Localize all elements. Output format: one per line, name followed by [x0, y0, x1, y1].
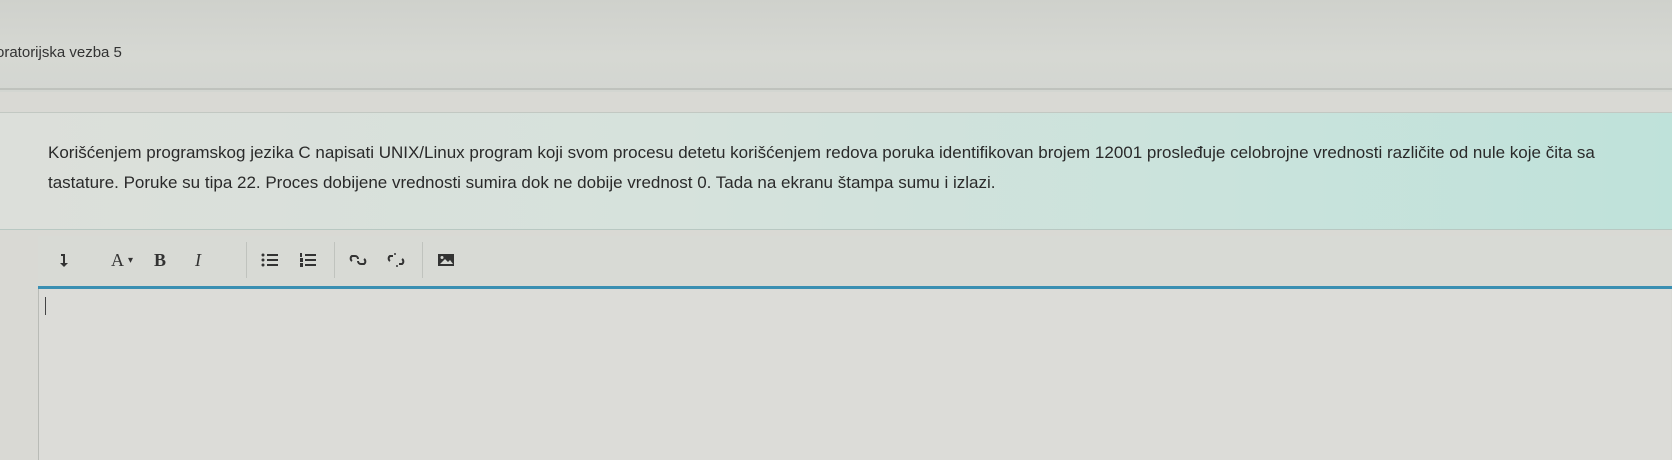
answer-textarea[interactable]: [38, 289, 1671, 460]
unlink-button[interactable]: [380, 244, 412, 276]
ordered-list-button[interactable]: [292, 244, 324, 276]
page-header: oratorijska vezba 5: [0, 0, 1672, 92]
text-cursor: [45, 297, 46, 315]
font-style-button[interactable]: A ▾: [106, 244, 138, 276]
page-title: oratorijska vezba 5: [0, 44, 122, 61]
unordered-list-button[interactable]: [254, 244, 286, 276]
toolbar-group-text: A ▾ B I: [48, 242, 247, 278]
image-icon: [438, 254, 454, 266]
insert-link-button[interactable]: [342, 244, 374, 276]
unordered-list-icon: [261, 253, 278, 267]
link-icon: [349, 255, 367, 265]
unlink-icon: [387, 253, 405, 267]
insert-image-button[interactable]: [430, 244, 462, 276]
ordered-list-icon: [300, 253, 316, 267]
answer-editor: A ▾ B I: [38, 236, 1672, 460]
toolbar-group-links: [342, 242, 423, 278]
header-divider: [0, 88, 1672, 90]
chevron-down-icon: ▾: [127, 254, 134, 266]
toolbar-group-lists: [254, 242, 335, 278]
font-style-label: A: [110, 249, 124, 270]
toolbar-group-media: [430, 242, 470, 278]
italic-button[interactable]: I: [182, 244, 214, 276]
expand-toolbar-icon: [60, 254, 68, 267]
editor-toolbar: A ▾ B I: [38, 236, 1672, 289]
question-text: Korišćenjem programskog jezika C napisat…: [48, 143, 1595, 192]
expand-toolbar-button[interactable]: [48, 244, 80, 276]
bold-button[interactable]: B: [144, 244, 176, 276]
